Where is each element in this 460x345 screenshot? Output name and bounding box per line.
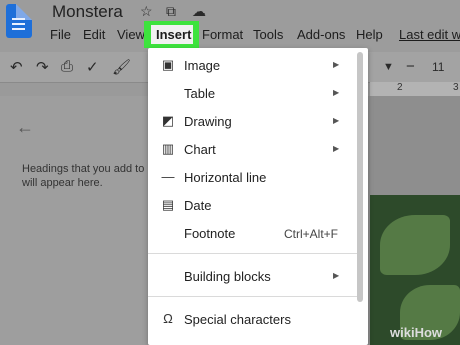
paint-format-icon[interactable]: 🖌 <box>112 58 131 76</box>
insert-chart-item[interactable]: ▥ Chart ▶ <box>148 138 358 162</box>
insert-building-blocks-item[interactable]: Building blocks ▶ <box>148 265 358 289</box>
dropdown-chevron-icon[interactable]: ▼ <box>383 61 394 73</box>
font-size-field[interactable]: 11 <box>432 60 444 74</box>
image-icon: ▣ <box>161 57 175 72</box>
item-label: Drawing <box>184 114 232 129</box>
menu-file[interactable]: File <box>50 27 71 42</box>
menu-view[interactable]: View <box>117 27 145 42</box>
outline-hint-text: Headings that you add to will appear her… <box>22 163 145 189</box>
menu-help[interactable]: Help <box>356 27 383 42</box>
insert-date-item[interactable]: ▤ Date <box>148 194 358 218</box>
submenu-arrow-icon: ▶ <box>333 88 340 97</box>
item-label: Horizontal line <box>184 170 267 185</box>
item-label: Building blocks <box>184 269 271 284</box>
submenu-arrow-icon: ▶ <box>333 144 340 153</box>
ruler <box>370 82 460 96</box>
decrease-font-icon[interactable]: − <box>406 58 415 75</box>
redo-icon[interactable]: ↷ <box>36 58 49 76</box>
menu-add-ons[interactable]: Add-ons <box>297 27 345 42</box>
star-icon[interactable]: ☆ <box>140 3 153 20</box>
insert-footnote-item[interactable]: Footnote Ctrl+Alt+F <box>148 222 358 246</box>
undo-icon[interactable]: ↶ <box>10 58 23 76</box>
print-icon[interactable]: ⎙ <box>61 58 73 75</box>
omega-icon: Ω <box>163 311 173 326</box>
horizontal-line-icon: — <box>161 169 175 184</box>
item-label: Footnote <box>184 226 236 241</box>
insert-image-item[interactable]: ▣ Image ▶ <box>148 54 358 78</box>
menu-tools[interactable]: Tools <box>253 27 283 42</box>
item-label: Date <box>184 198 212 213</box>
item-label: Chart <box>184 142 216 157</box>
footnote-shortcut: Ctrl+Alt+F <box>284 227 339 241</box>
insert-drawing-item[interactable]: ◩ Drawing ▶ <box>148 110 358 134</box>
chart-icon: ▥ <box>161 141 175 156</box>
submenu-arrow-icon: ▶ <box>333 271 340 280</box>
item-label: Special characters <box>184 312 291 327</box>
document-title[interactable]: Monstera <box>52 2 123 22</box>
watermark-text: wikiHow <box>390 325 443 340</box>
back-arrow-icon[interactable]: ← <box>16 117 34 138</box>
spellcheck-icon[interactable]: ✓ <box>86 58 99 76</box>
submenu-arrow-icon: ▶ <box>333 116 340 125</box>
menu-insert[interactable]: Insert <box>156 27 191 42</box>
insert-special-characters-item[interactable]: Ω Special characters <box>148 308 358 332</box>
drawing-icon: ◩ <box>161 113 175 128</box>
menu-divider <box>148 296 358 297</box>
item-label: Table <box>184 86 216 101</box>
menu-edit[interactable]: Edit <box>83 27 105 42</box>
item-label: Image <box>184 58 221 73</box>
cloud-saved-icon: ☁ <box>192 3 206 19</box>
menu-scrollbar[interactable] <box>357 52 363 302</box>
ruler-mark: 3 <box>453 82 459 93</box>
docs-logo-icon[interactable] <box>6 4 32 38</box>
monstera-image <box>370 195 460 345</box>
menu-format[interactable]: Format <box>202 27 243 42</box>
last-edit-link[interactable]: Last edit wa <box>399 27 460 42</box>
insert-table-item[interactable]: Table ▶ <box>148 82 358 106</box>
calendar-icon: ▤ <box>161 197 175 212</box>
ruler-mark: 2 <box>397 82 403 93</box>
menu-divider <box>148 253 358 254</box>
submenu-arrow-icon: ▶ <box>333 60 340 69</box>
move-folder-icon[interactable]: ⧉ <box>166 3 176 20</box>
insert-horizontal-line-item[interactable]: — Horizontal line <box>148 166 358 190</box>
insert-menu-dropdown: ▣ Image ▶ Table ▶ ◩ Drawing ▶ ▥ Chart ▶ … <box>148 48 368 345</box>
